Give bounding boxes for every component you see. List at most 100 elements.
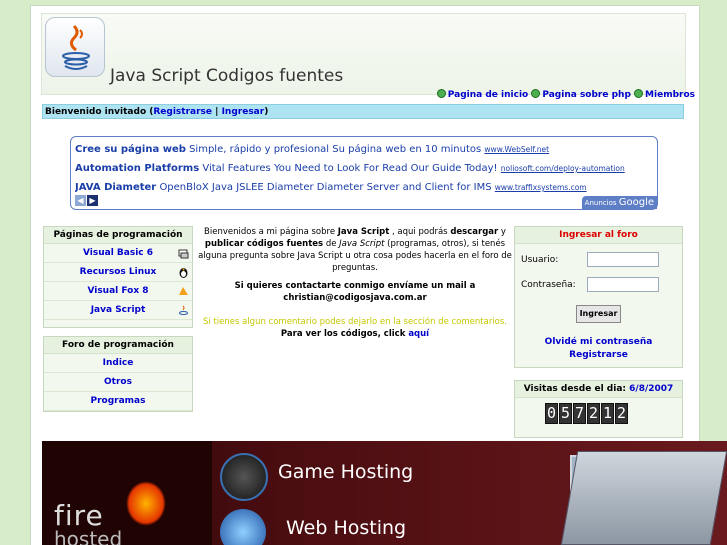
t: Java Script — [337, 227, 390, 237]
menu-item-label[interactable]: Otros — [104, 377, 132, 387]
server-rack-icon — [560, 451, 727, 545]
menu-item-label[interactable]: Programas — [91, 396, 146, 406]
visits-box: Visitas desde el dia: 6/8/2007 0 5 7 2 1… — [514, 380, 683, 438]
smiley-icon — [531, 89, 541, 98]
login-link[interactable]: Ingresar — [222, 107, 265, 117]
menu-item-label[interactable]: Indice — [103, 358, 134, 368]
separator: | — [212, 107, 222, 117]
ad-desc[interactable]: Vital Features You Need to Look For Read… — [202, 163, 497, 174]
counter-digit: 7 — [573, 403, 586, 424]
ad-title[interactable]: Automation Platforms — [75, 163, 199, 174]
forum-menu: Foro de programación Indice Otros Progra… — [43, 336, 193, 412]
register-link[interactable]: Registrarse — [515, 350, 682, 360]
nav-home-link[interactable]: Pagina de inicio — [448, 90, 528, 100]
t: publicar códigos fuentes — [204, 239, 324, 249]
menu-item-visual-basic[interactable]: Visual Basic 6 — [44, 244, 192, 263]
banner-brand-area: fire hosted — [42, 441, 212, 545]
ad-pager: ◀ ▶ — [75, 195, 99, 206]
menu-item-visual-fox[interactable]: Visual Fox 8 — [44, 282, 192, 301]
menu-item-linux[interactable]: Recursos Linux — [44, 263, 192, 282]
counter-digit: 2 — [587, 403, 600, 424]
t: de — [323, 239, 340, 249]
brand-hosted: hosted — [54, 527, 123, 545]
password-label: Contraseña: — [521, 280, 576, 290]
web-hosting-label: Web Hosting — [286, 517, 407, 539]
page-title: Java Script Codigos fuentes — [110, 66, 344, 86]
t: y — [498, 227, 506, 237]
login-button[interactable]: Ingresar — [576, 305, 621, 323]
register-link[interactable]: Registrarse — [153, 107, 212, 117]
intro-text: Bienvenidos a mi página sobre Java Scrip… — [196, 226, 514, 340]
google-brand: Google — [618, 197, 654, 208]
visits-date: 6/8/2007 — [629, 384, 674, 394]
welcome-suffix: ) — [264, 107, 269, 117]
forum-item-programas[interactable]: Programas — [44, 392, 192, 411]
next-arrow-icon[interactable]: ▶ — [87, 195, 98, 206]
ads-label: Anuncios — [584, 199, 617, 207]
welcome-bar: Bienvenido invitado (Registrarse | Ingre… — [42, 104, 684, 119]
visits-label: Visitas desde el dia: — [523, 384, 630, 394]
counter-digit: 1 — [601, 403, 614, 424]
visits-title: Visitas desde el dia: 6/8/2007 — [515, 381, 682, 398]
ad-desc[interactable]: Simple, rápido y profesional Su página w… — [189, 144, 481, 155]
t: Java Script — [339, 239, 385, 249]
ads-by-google[interactable]: Anuncios Google — [581, 196, 657, 209]
codes-link[interactable]: aquí — [408, 329, 429, 339]
username-label: Usuario: — [521, 255, 559, 265]
username-input[interactable] — [587, 252, 659, 267]
hosting-banner[interactable]: fire hosted Game Hosting Web Hosting — [42, 441, 727, 545]
site-header: Java Script Codigos fuentes — [41, 13, 686, 95]
password-input[interactable] — [587, 277, 659, 292]
nav-members-link[interactable]: Miembros — [645, 90, 695, 100]
forum-item-otros[interactable]: Otros — [44, 373, 192, 392]
ad-url[interactable]: noliosoft.com/deploy-automation — [501, 164, 625, 173]
t: Bienvenidos a mi página sobre — [204, 227, 338, 237]
welcome-text: Bienvenido invitado ( — [45, 107, 154, 117]
smiley-icon — [634, 89, 644, 98]
menu-title: Páginas de programación — [44, 227, 192, 244]
login-title: Ingresar al foro — [515, 227, 682, 244]
forgot-password-link[interactable]: Olvidé mi contraseña — [515, 337, 682, 347]
comment-text: Si tienes algun comentario podes dejarlo… — [202, 317, 508, 327]
linux-penguin-icon — [178, 267, 189, 278]
globe-icon — [220, 509, 266, 545]
java-icon — [178, 305, 189, 316]
game-hosting-label: Game Hosting — [278, 461, 414, 483]
programming-pages-menu: Páginas de programación Visual Basic 6 R… — [43, 226, 193, 328]
ad-title[interactable]: JAVA Diameter — [75, 182, 156, 193]
visit-counter: 0 5 7 2 1 2 — [545, 403, 629, 424]
menu-item-label[interactable]: Visual Basic 6 — [83, 248, 153, 258]
ad-url[interactable]: www.traffixsystems.com — [495, 183, 587, 192]
codes-text: Para ver los códigos, click aquí — [196, 328, 514, 340]
ad-item[interactable]: JAVA Diameter OpenBloX Java JSLEE Diamet… — [75, 178, 653, 197]
menu-item-label[interactable]: Visual Fox 8 — [87, 286, 148, 296]
menu-item-label[interactable]: Recursos Linux — [80, 267, 157, 277]
contact-text: Si quieres contactarte conmigo envíame u… — [234, 281, 476, 303]
forum-item-indice[interactable]: Indice — [44, 354, 192, 373]
game-emblem-icon — [220, 453, 268, 501]
vb-icon — [178, 248, 189, 259]
ad-block: Cree su página web Simple, rápido y prof… — [70, 136, 658, 210]
menu-title: Foro de programación — [44, 337, 192, 354]
counter-digit: 0 — [545, 403, 558, 424]
ad-url[interactable]: www.WebSelf.net — [484, 145, 549, 154]
counter-digit: 5 — [559, 403, 572, 424]
ad-item[interactable]: Automation Platforms Vital Features You … — [75, 159, 653, 178]
top-navigation: Pagina de inicio Pagina sobre php Miembr… — [436, 89, 695, 100]
ad-desc[interactable]: OpenBloX Java JSLEE Diameter Diameter Se… — [159, 182, 491, 193]
intro-paragraph: Bienvenidos a mi página sobre Java Scrip… — [196, 226, 514, 274]
java-logo-icon[interactable] — [45, 17, 105, 77]
smiley-icon — [436, 89, 446, 98]
menu-item-java-script[interactable]: Java Script — [44, 301, 192, 320]
fox-icon — [178, 286, 189, 297]
t: Para ver los códigos, click — [280, 329, 409, 339]
counter-digit: 2 — [615, 403, 628, 424]
t: , aqui podrás — [389, 227, 451, 237]
ad-title[interactable]: Cree su página web — [75, 144, 186, 155]
menu-item-label[interactable]: Java Script — [91, 305, 146, 315]
login-box: Ingresar al foro Usuario: Contraseña: In… — [514, 226, 683, 368]
prev-arrow-icon[interactable]: ◀ — [75, 195, 86, 206]
flame-logo-icon — [126, 481, 166, 526]
nav-php-link[interactable]: Pagina sobre php — [542, 90, 631, 100]
ad-item[interactable]: Cree su página web Simple, rápido y prof… — [75, 140, 653, 159]
